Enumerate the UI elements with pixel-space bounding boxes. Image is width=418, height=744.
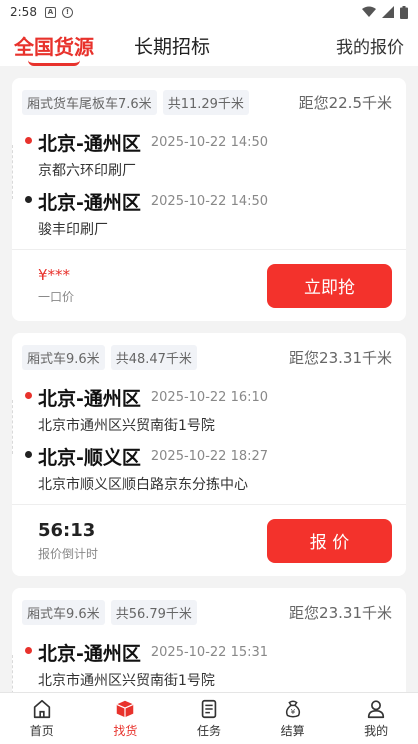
tab-home[interactable]: 首页	[0, 693, 84, 744]
pickup-time: 2025-10-22 14:50	[150, 135, 269, 150]
tab-settlement[interactable]: ¥ 结算	[251, 693, 335, 744]
box-icon	[116, 700, 134, 718]
pickup-stop: 北京-通州区 2025-10-22 16:10 北京市通州区兴贸南街1号院	[25, 384, 392, 435]
distance-to-me: 距您23.31千米	[289, 604, 392, 622]
tab-tasks-label: 任务	[196, 724, 221, 738]
pickup-address: 京都六环印刷厂	[38, 163, 136, 179]
home-icon	[33, 699, 50, 719]
price: ¥***	[38, 266, 71, 284]
route: 北京-通州区 2025-10-22 16:10 北京市通州区兴贸南街1号院 北京…	[12, 384, 392, 494]
status-time: 2:58	[10, 5, 37, 19]
route: 北京-通州区 2025-10-22 14:50 京都六环印刷厂 北京-通州区 2…	[12, 129, 392, 239]
cargo-list[interactable]: 厢式货车尾板车7.6米 共11.29千米 距您22.5千米 北京-通州区 202…	[0, 66, 418, 692]
tab-profile-label: 我的	[364, 724, 389, 738]
pickup-city: 北京-通州区	[38, 133, 141, 155]
pickup-dot-icon	[25, 647, 32, 654]
route-connector	[12, 655, 13, 692]
pickup-dot-icon	[25, 392, 32, 399]
distance-to-me: 距您23.31千米	[289, 349, 392, 367]
distance-to-me: 距您22.5千米	[298, 94, 392, 112]
tab-profile[interactable]: 我的	[334, 693, 418, 744]
tab-home-label: 首页	[29, 724, 54, 738]
top-header: 全国货源 长期招标 我的报价	[0, 24, 418, 66]
dropoff-city: 北京-通州区	[38, 192, 141, 214]
settlement-icon: ¥	[285, 700, 300, 718]
route-length-tag: 共48.47千米	[110, 345, 197, 370]
bottom-tab-bar: 首页 找货 任务 ¥ 结算 我的	[0, 692, 418, 744]
pickup-city: 北京-通州区	[38, 643, 141, 665]
dropoff-address: 北京市顺义区顺白路京东分拣中心	[38, 477, 248, 493]
dropoff-time: 2025-10-22 18:27	[150, 449, 269, 464]
dropoff-stop: 北京-顺义区 2025-10-22 18:27 北京市顺义区顺白路京东分拣中心	[25, 443, 392, 494]
battery-icon	[400, 5, 408, 19]
quote-countdown-label: 报价倒计时	[38, 546, 99, 561]
pickup-stop: 北京-通州区 2025-10-22 14:50 京都六环印刷厂	[25, 129, 392, 180]
pickup-time: 2025-10-22 16:10	[150, 390, 269, 405]
tab-tasks[interactable]: 任务	[167, 693, 251, 744]
dropoff-dot-icon	[25, 196, 32, 203]
quote-countdown: 56:13	[38, 519, 96, 541]
route: 北京-通州区 2025-10-22 15:31 北京市通州区兴贸南街1号院	[12, 639, 392, 692]
pickup-dot-icon	[25, 137, 32, 144]
dropoff-city: 北京-顺义区	[38, 447, 141, 469]
vehicle-tag: 厢式货车尾板车7.6米	[22, 90, 157, 115]
cargo-card[interactable]: 厢式车9.6米 共48.47千米 距您23.31千米 北京-通州区 2025-1…	[12, 333, 406, 576]
dropoff-dot-icon	[25, 451, 32, 458]
svg-text:¥: ¥	[290, 707, 295, 716]
cargo-card[interactable]: 厢式车9.6米 共56.79千米 距您23.31千米 北京-通州区 2025-1…	[12, 588, 406, 692]
tab-nationwide-cargo[interactable]: 全国货源	[14, 31, 94, 66]
info-notification-icon: !	[61, 6, 73, 18]
pickup-city: 北京-通州区	[38, 388, 141, 410]
tab-settlement-label: 结算	[280, 724, 305, 738]
pickup-time: 2025-10-22 15:31	[150, 645, 269, 660]
dropoff-address: 骏丰印刷厂	[38, 222, 108, 238]
route-length-tag: 共56.79千米	[110, 600, 197, 625]
vehicle-tag: 厢式车9.6米	[22, 345, 105, 370]
grab-order-button[interactable]: 立即抢	[267, 263, 392, 308]
tab-find-cargo[interactable]: 找货	[84, 693, 168, 744]
profile-icon	[368, 700, 385, 719]
cargo-card[interactable]: 厢式货车尾板车7.6米 共11.29千米 距您22.5千米 北京-通州区 202…	[12, 78, 406, 321]
vehicle-tag: 厢式车9.6米	[22, 600, 105, 625]
status-bar: 2:58 A !	[0, 0, 418, 24]
tab-long-term-bidding[interactable]: 长期招标	[134, 32, 210, 59]
dropoff-time: 2025-10-22 14:50	[150, 194, 269, 209]
dropoff-stop: 北京-通州区 2025-10-22 14:50 骏丰印刷厂	[25, 188, 392, 239]
pickup-address: 北京市通州区兴贸南街1号院	[38, 673, 215, 689]
route-length-tag: 共11.29千米	[162, 90, 249, 115]
pickup-stop: 北京-通州区 2025-10-22 15:31 北京市通州区兴贸南街1号院	[25, 639, 392, 690]
price-label: 一口价	[38, 290, 75, 304]
my-quotes-link[interactable]: 我的报价	[336, 33, 404, 58]
quote-button[interactable]: 报 价	[267, 518, 392, 563]
a-notification-icon: A	[44, 6, 56, 18]
pickup-address: 北京市通州区兴贸南街1号院	[38, 418, 215, 434]
route-connector	[12, 400, 13, 454]
task-icon	[201, 699, 217, 719]
tab-nationwide-cargo-label: 全国货源	[14, 34, 94, 59]
wifi-icon	[362, 6, 376, 17]
tab-find-cargo-label: 找货	[113, 724, 138, 738]
route-connector	[12, 145, 13, 199]
active-tab-underline	[28, 60, 80, 66]
signal-icon	[382, 6, 394, 18]
